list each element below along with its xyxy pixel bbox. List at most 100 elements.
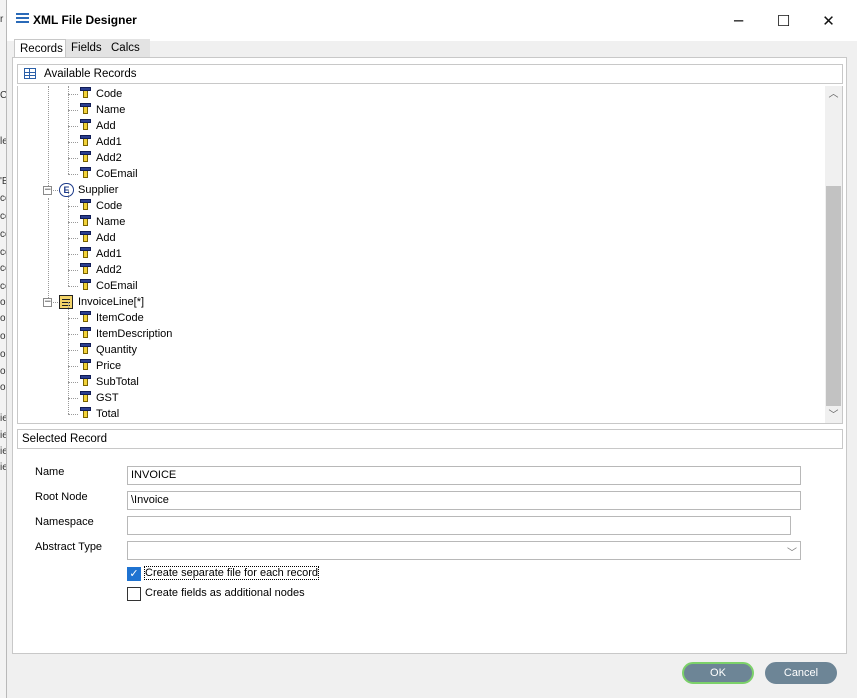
selected-record-title: Selected Record <box>22 433 108 445</box>
field-label: GST <box>96 392 119 404</box>
tree-field-node[interactable]: Add1 <box>18 246 818 262</box>
scroll-up-arrow-icon[interactable]: ︿ <box>825 86 842 103</box>
tree-field-node[interactable]: Add2 <box>18 262 818 278</box>
tree-field-node[interactable]: Price <box>18 358 818 374</box>
field-label: Add2 <box>96 264 122 276</box>
tree-connector <box>68 206 78 207</box>
field-label: ItemCode <box>96 312 144 324</box>
tree-connector <box>68 334 78 335</box>
additional-nodes-checkbox[interactable] <box>127 587 141 601</box>
selected-record-header: Selected Record <box>17 429 843 449</box>
tree-connector <box>68 238 78 239</box>
field-label: Add <box>96 120 116 132</box>
minimize-button[interactable]: ─ <box>716 8 761 34</box>
tree-record-node[interactable]: − E Supplier <box>18 182 818 198</box>
maximize-button[interactable]: ☐ <box>761 8 806 34</box>
tree-field-node[interactable]: Name <box>18 102 818 118</box>
tree-field-node[interactable]: Add2 <box>18 150 818 166</box>
cancel-button[interactable]: Cancel <box>765 662 837 684</box>
window-title: XML File Designer <box>33 13 137 27</box>
field-icon <box>80 375 91 387</box>
tree-field-node[interactable]: GST <box>18 390 818 406</box>
field-label: Name <box>96 216 126 228</box>
tree-scrollbar[interactable]: ︿ ﹀ <box>825 86 842 423</box>
separate-file-checkbox[interactable]: ✓ <box>127 567 141 581</box>
tree-connector <box>68 126 78 127</box>
scroll-down-arrow-icon[interactable]: ﹀ <box>825 407 842 423</box>
tree-guide-line <box>68 190 69 286</box>
name-input[interactable]: INVOICE <box>127 466 801 485</box>
tree-connector <box>68 414 78 415</box>
records-tree[interactable]: ︿ ﹀ Code Name Add Add1 Add2 CoEmail − E Supplier… <box>17 86 843 424</box>
tree-field-node[interactable]: SubTotal <box>18 374 818 390</box>
tab-calcs[interactable]: Calcs <box>106 39 150 59</box>
tree-field-node[interactable]: ItemDescription <box>18 326 818 342</box>
tree-connector <box>68 270 78 271</box>
tree-connector <box>68 222 78 223</box>
tree-field-node[interactable]: Add <box>18 230 818 246</box>
tree-field-node[interactable]: ItemCode <box>18 310 818 326</box>
xml-file-designer-dialog: XML File Designer ─ ☐ ✕ Records Fields C… <box>6 0 857 698</box>
field-icon <box>80 279 91 291</box>
abstract-type-label: Abstract Type <box>35 541 103 553</box>
field-icon <box>80 263 91 275</box>
field-label: SubTotal <box>96 376 139 388</box>
tree-field-node[interactable]: Add1 <box>18 134 818 150</box>
tree-connector <box>68 94 78 95</box>
tree-connector <box>68 174 78 175</box>
namespace-label: Namespace <box>35 516 94 528</box>
field-icon <box>80 407 91 419</box>
scroll-thumb[interactable] <box>826 186 841 406</box>
chevron-down-icon: ﹀ <box>787 548 797 559</box>
tree-connector <box>68 254 78 255</box>
field-icon <box>80 311 91 323</box>
additional-nodes-label[interactable]: Create fields as additional nodes <box>145 587 305 599</box>
background-text: r <box>0 14 4 25</box>
grid-icon <box>24 68 36 79</box>
tree-field-node[interactable]: Add <box>18 118 818 134</box>
field-label: Total <box>96 408 120 420</box>
tree-field-node[interactable]: CoEmail <box>18 278 818 294</box>
field-icon <box>80 151 91 163</box>
tree-connector <box>68 382 78 383</box>
tree-guide-line <box>48 86 49 186</box>
collapse-toggle-icon[interactable]: − <box>43 298 52 307</box>
tree-field-node[interactable]: Quantity <box>18 342 818 358</box>
field-label: Name <box>96 104 126 116</box>
entity-icon: E <box>59 183 74 197</box>
menu-icon <box>16 13 29 26</box>
field-icon <box>80 343 91 355</box>
abstract-type-select[interactable]: ﹀ <box>127 541 801 560</box>
available-records-header: Available Records <box>17 64 843 84</box>
close-button[interactable]: ✕ <box>806 8 851 34</box>
tree-field-node[interactable]: Total <box>18 406 818 422</box>
field-icon <box>80 87 91 99</box>
field-icon <box>80 103 91 115</box>
records-panel: Available Records ︿ ﹀ Code Name Add Add1 Add… <box>12 57 847 654</box>
tree-connector <box>68 318 78 319</box>
tree-record-node[interactable]: − InvoiceLine[*] <box>18 294 818 310</box>
field-label: Add <box>96 232 116 244</box>
tree-field-node[interactable]: Code <box>18 86 818 102</box>
tree-field-node[interactable]: Name <box>18 214 818 230</box>
tab-records[interactable]: Records <box>14 39 66 59</box>
tree-field-node[interactable]: Code <box>18 198 818 214</box>
separate-file-label[interactable]: Create separate file for each record <box>143 566 320 580</box>
field-icon <box>80 247 91 259</box>
title-bar: XML File Designer ─ ☐ ✕ <box>7 0 857 41</box>
field-label: Code <box>96 88 123 100</box>
tree-connector <box>68 158 78 159</box>
namespace-input[interactable] <box>127 516 791 535</box>
field-label: Add2 <box>96 152 122 164</box>
tree-connector <box>68 286 78 287</box>
collapse-toggle-icon[interactable]: − <box>43 186 52 195</box>
tree-field-node[interactable]: CoEmail <box>18 166 818 182</box>
tree-connector <box>68 366 78 367</box>
tab-fields[interactable]: Fields <box>66 39 106 59</box>
field-icon <box>80 359 91 371</box>
tree-connector <box>68 350 78 351</box>
field-icon <box>80 135 91 147</box>
ok-button[interactable]: OK <box>682 662 754 684</box>
root-node-input[interactable]: \Invoice <box>127 491 801 510</box>
field-label: Add1 <box>96 136 122 148</box>
